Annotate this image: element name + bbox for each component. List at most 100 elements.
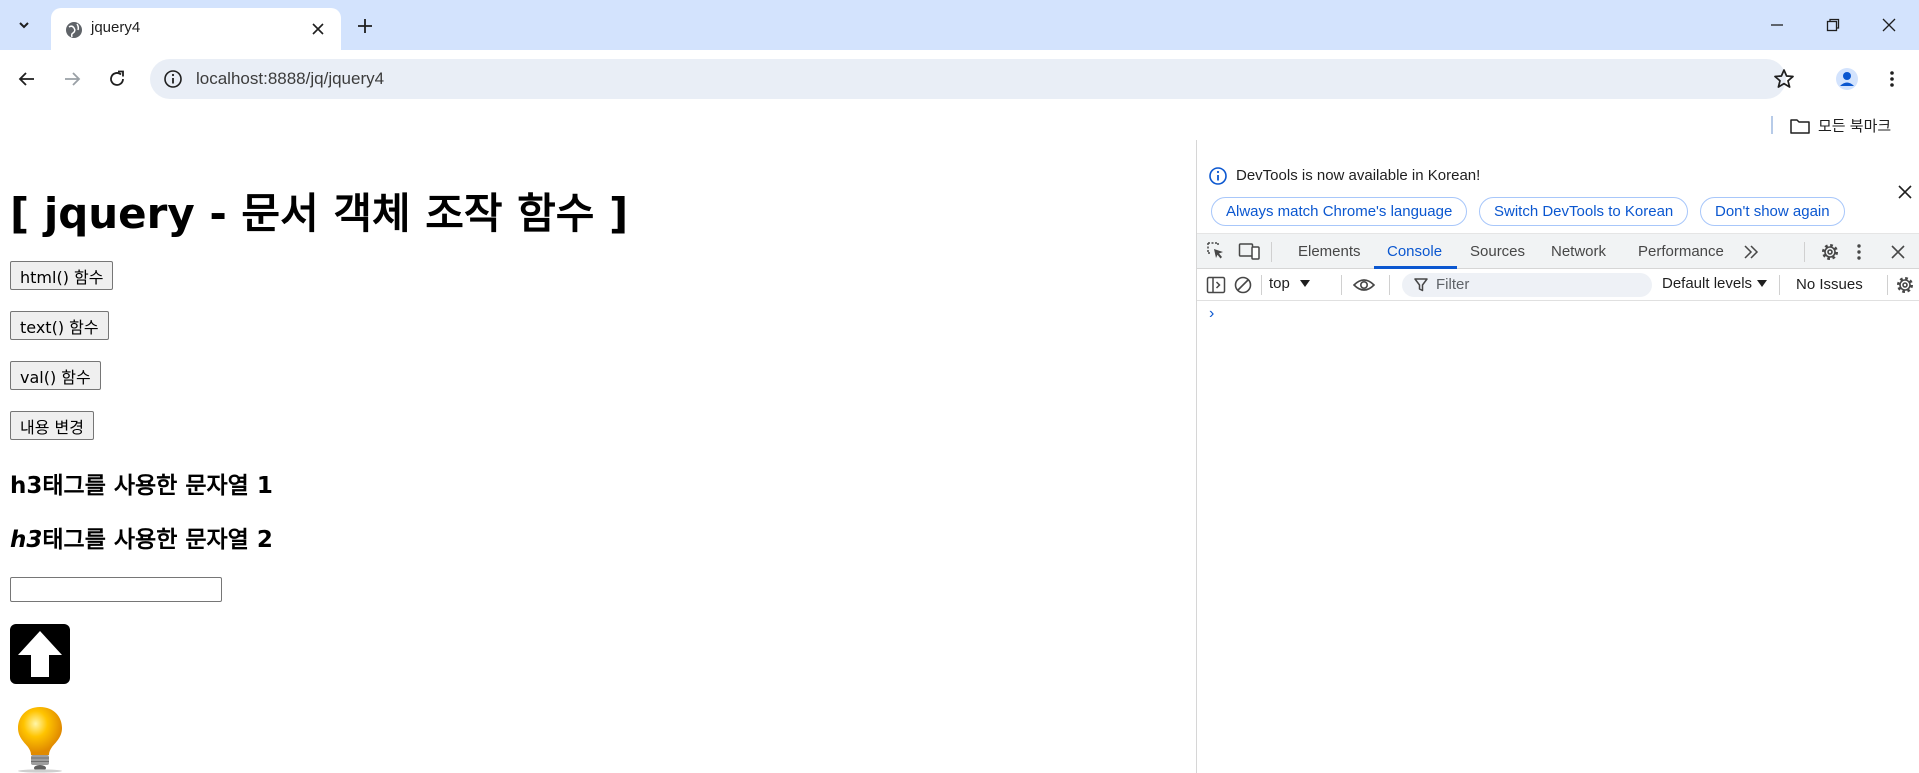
restore-icon: [1826, 18, 1840, 32]
gear-icon: [1822, 244, 1838, 260]
all-bookmarks-label: 모든 북마크: [1818, 118, 1892, 135]
show-sidebar-button[interactable]: [1205, 274, 1227, 296]
info-icon[interactable]: [163, 69, 183, 89]
filter-icon: [1414, 278, 1428, 292]
folder-icon: [1790, 118, 1810, 134]
block-icon: [1234, 276, 1252, 294]
arrow-right-icon: [65, 72, 81, 86]
info-icon: [1209, 167, 1227, 185]
avatar-icon: [1836, 68, 1858, 90]
close-icon: [1882, 18, 1896, 32]
restore-button[interactable]: [1820, 12, 1846, 38]
toolbar-divider: [1271, 242, 1272, 262]
devtools-menu-button[interactable]: [1848, 241, 1870, 263]
toolbar-divider: [1341, 275, 1342, 295]
caret-down-icon: [1757, 279, 1768, 287]
star-icon[interactable]: [1772, 67, 1796, 91]
active-tab[interactable]: jquery4: [51, 8, 341, 50]
minimize-icon: [1771, 24, 1783, 26]
switch-to-korean-button[interactable]: Switch DevTools to Korean: [1479, 197, 1689, 226]
always-match-language-button[interactable]: Always match Chrome's language: [1211, 197, 1468, 226]
console-filter-input[interactable]: Filter: [1402, 273, 1652, 297]
chevron-double-right-icon: [1744, 245, 1759, 259]
clear-console-button[interactable]: [1232, 274, 1254, 296]
tab-title: jquery4: [91, 19, 141, 36]
lightbulb-image: [18, 707, 62, 773]
reload-icon: [110, 70, 124, 86]
context-label: top: [1269, 275, 1290, 292]
text-function-button[interactable]: text() 함수: [10, 311, 109, 340]
change-content-button[interactable]: 내용 변경: [10, 411, 94, 440]
browser-toolbar: localhost:8888/jq/jquery4: [0, 50, 1919, 110]
close-icon: [312, 23, 324, 35]
toolbar-divider: [1804, 242, 1805, 262]
chevron-down-icon: [19, 22, 29, 29]
gear-icon: [1897, 277, 1913, 293]
log-levels-dropdown[interactable]: Default levels: [1662, 275, 1768, 292]
toolbar-divider: [1261, 275, 1262, 295]
page-viewport: [ jquery - 문서 객체 조작 함수 ] html() 함수 text(…: [0, 140, 1196, 773]
devtools-language-infobar: DevTools is now available in Korean! Alw…: [1197, 140, 1919, 228]
more-vertical-icon: [1857, 244, 1861, 260]
tab-console[interactable]: Console: [1387, 243, 1442, 260]
val-function-button[interactable]: val() 함수: [10, 361, 101, 390]
toolbar-divider: [1389, 275, 1390, 295]
device-toolbar-button[interactable]: [1238, 240, 1260, 262]
back-button[interactable]: [12, 64, 42, 94]
heading-string-2: h3태그를 사용한 문자열 2: [10, 520, 273, 554]
context-selector[interactable]: top: [1269, 275, 1310, 292]
address-bar[interactable]: localhost:8888/jq/jquery4: [150, 59, 1794, 99]
close-icon[interactable]: [1895, 182, 1915, 202]
more-tabs-button[interactable]: [1740, 241, 1762, 263]
devtools-tab-bar: Elements Console Sources Network Perform…: [1197, 233, 1919, 269]
new-tab-button[interactable]: [352, 13, 378, 39]
tab-network[interactable]: Network: [1551, 243, 1606, 260]
window-close-button[interactable]: [1876, 12, 1902, 38]
arrow-up-icon: [18, 631, 62, 677]
issues-counter[interactable]: No Issues: [1796, 276, 1863, 293]
console-settings-button[interactable]: [1894, 274, 1916, 296]
caret-down-icon: [1299, 279, 1310, 287]
sidebar-icon: [1206, 276, 1226, 294]
inspect-element-button[interactable]: [1205, 240, 1227, 262]
dont-show-again-button[interactable]: Don't show again: [1700, 197, 1845, 226]
tab-close-button[interactable]: [308, 19, 328, 39]
all-bookmarks-button[interactable]: 모든 북마크: [1790, 115, 1891, 136]
globe-icon: [66, 22, 82, 38]
up-arrow-image: [10, 624, 70, 684]
toolbar-divider: [1887, 275, 1888, 295]
url-text[interactable]: localhost:8888/jq/jquery4: [196, 69, 384, 89]
toolbar-divider: [1779, 275, 1780, 295]
tab-elements[interactable]: Elements: [1298, 243, 1361, 260]
close-icon: [1891, 245, 1905, 259]
devtools-close-button[interactable]: [1887, 241, 1909, 263]
heading-rest-part: 태그를 사용한 문자열 2: [42, 527, 273, 553]
text-input[interactable]: [10, 577, 222, 602]
arrow-left-icon: [18, 72, 34, 86]
forward-button[interactable]: [57, 64, 87, 94]
minimize-button[interactable]: [1764, 12, 1790, 38]
html-function-button[interactable]: html() 함수: [10, 261, 114, 290]
filter-placeholder: Filter: [1436, 276, 1470, 293]
devtools-settings-button[interactable]: [1819, 241, 1841, 263]
select-element-icon: [1207, 242, 1223, 259]
more-vertical-icon: [1890, 71, 1894, 87]
reload-button[interactable]: [102, 64, 132, 94]
page-title: [ jquery - 문서 객체 조작 함수 ]: [10, 189, 629, 238]
devtools-panel: DevTools is now available in Korean! Alw…: [1196, 140, 1919, 773]
log-levels-label: Default levels: [1662, 275, 1753, 292]
tab-search-button[interactable]: [8, 9, 40, 41]
heading-string-1: h3태그를 사용한 문자열 1: [10, 473, 273, 499]
eye-icon: [1353, 279, 1375, 291]
console-prompt[interactable]: ›: [1209, 305, 1214, 323]
bookmarks-separator: [1771, 116, 1773, 134]
live-expression-button[interactable]: [1353, 274, 1375, 296]
bookmarks-bar: 모든 북마크: [0, 110, 1919, 140]
profile-button[interactable]: [1832, 64, 1862, 94]
console-toolbar: top Filter Default levels No Issues: [1197, 269, 1919, 301]
tab-sources[interactable]: Sources: [1470, 243, 1525, 260]
tab-performance[interactable]: Performance: [1638, 243, 1724, 260]
heading-italic-part: h3: [10, 527, 43, 553]
menu-button[interactable]: [1877, 64, 1907, 94]
infobar-message: DevTools is now available in Korean!: [1236, 167, 1481, 184]
